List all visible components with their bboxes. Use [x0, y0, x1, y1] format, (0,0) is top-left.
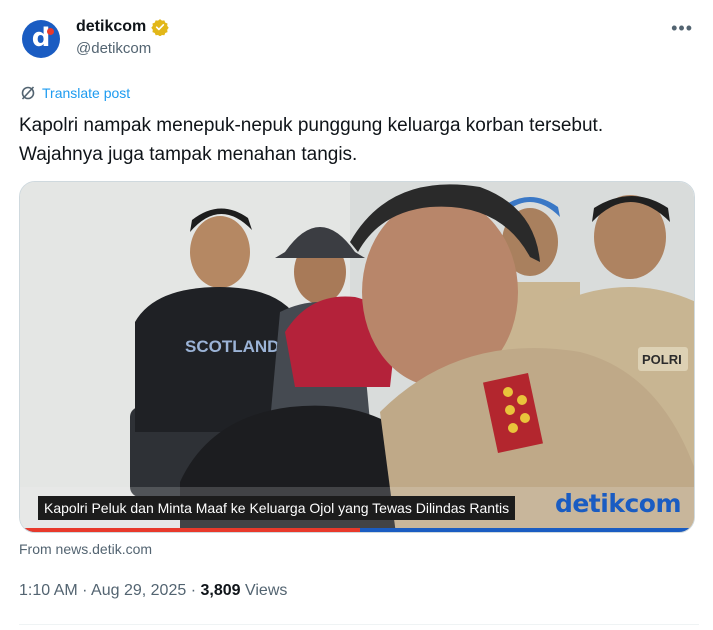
- news-photo: SCOTLAND POLRI: [20, 182, 694, 532]
- divider: [19, 624, 699, 625]
- verified-badge-icon: [151, 19, 169, 36]
- views-count: 3,809: [200, 582, 241, 599]
- tweet-text-line-2: Wajahnya juga tampak menahan tangis.: [19, 144, 358, 165]
- author-handle[interactable]: @detikcom: [76, 40, 169, 57]
- tweet-meta: 1:10 AM · Aug 29, 2025 · 3,809 Views: [19, 582, 287, 600]
- detikcom-watermark: detikcom: [554, 489, 682, 518]
- translate-icon: [21, 86, 35, 100]
- media-caption: Kapolri Peluk dan Minta Maaf ke Keluarga…: [38, 496, 516, 520]
- more-options-icon[interactable]: •••: [671, 18, 693, 39]
- tweet-header: d detikcom @detikcom •••: [18, 14, 699, 64]
- author-names: detikcom @detikcom: [76, 18, 169, 57]
- display-name-row: detikcom: [76, 18, 169, 36]
- link-source[interactable]: From news.detik.com: [19, 541, 152, 557]
- avatar[interactable]: d: [22, 20, 60, 58]
- media-card[interactable]: SCOTLAND POLRI: [19, 181, 695, 533]
- translate-label: Translate post: [42, 85, 131, 101]
- tweet-text-line-1: Kapolri nampak menepuk-nepuk punggung ke…: [19, 115, 604, 136]
- display-name[interactable]: detikcom: [76, 18, 146, 36]
- translate-post-link[interactable]: Translate post: [20, 85, 130, 101]
- shirt-text: SCOTLAND: [185, 337, 279, 356]
- badge-text: POLRI: [642, 352, 682, 367]
- avatar-dot: [47, 28, 54, 35]
- tweet-date[interactable]: Aug 29, 2025: [91, 582, 186, 599]
- views-label: Views: [244, 582, 288, 599]
- tweet-time[interactable]: 1:10 AM: [19, 582, 78, 599]
- tweet-text: Kapolri nampak menepuk-nepuk punggung ke…: [19, 111, 699, 169]
- meta-separator-1: ·: [82, 582, 92, 599]
